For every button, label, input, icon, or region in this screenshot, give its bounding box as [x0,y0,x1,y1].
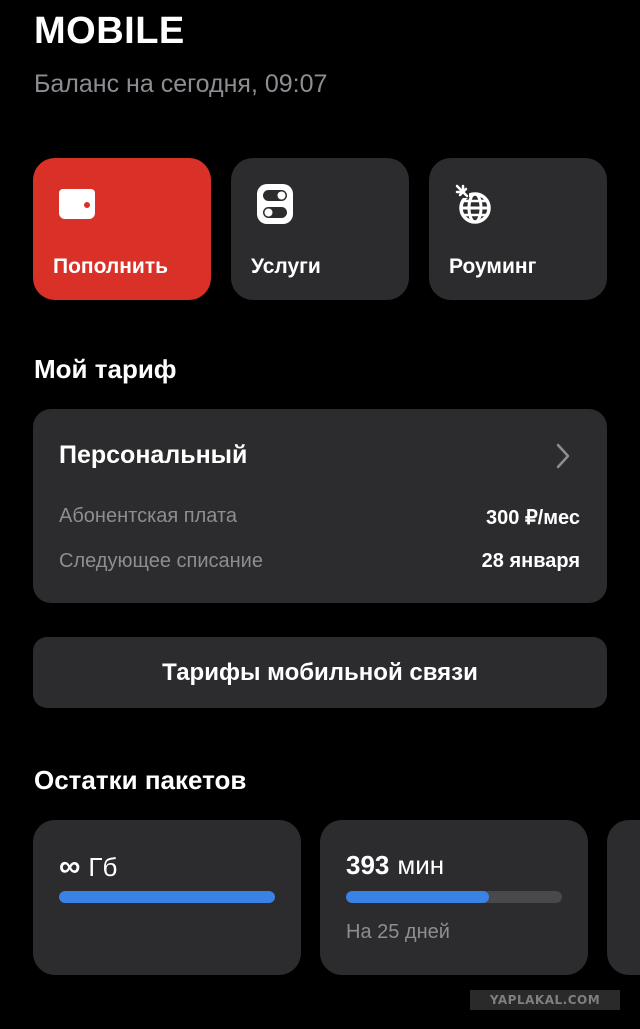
tariff-name: Персональный [59,441,248,469]
page-title: MOBILE [34,10,185,52]
balance-subtitle: Баланс на сегодня, 09:07 [34,70,328,98]
package-value: ∞ Гб [59,850,117,884]
chevron-right-icon [556,443,570,469]
services-label: Услуги [251,255,321,278]
package-unit: мин [397,850,445,880]
package-note: На 25 дней [346,921,450,943]
roaming-button[interactable]: Роуминг [429,158,607,300]
package-amount: 393 [346,850,390,880]
package-card-data[interactable]: ∞ Гб [33,820,301,975]
package-progress-bar [346,891,562,903]
top-up-button[interactable]: Пополнить [33,158,211,300]
subscription-fee-label: Абонентская плата [59,505,238,527]
package-card-minutes[interactable]: 393 мин На 25 дней [320,820,588,975]
watermark: YAPLAKAL.COM [470,990,620,1010]
next-charge-value: 28 января [481,550,580,572]
roaming-label: Роуминг [449,255,537,278]
next-charge-label: Следующее списание [59,550,263,572]
package-progress-bar [59,891,275,903]
package-progress-fill [346,891,489,903]
tariff-card[interactable]: Персональный Абонентская плата 300 ₽/мес… [33,409,607,603]
my-tariff-heading: Мой тариф [34,354,177,384]
package-progress-fill [59,891,275,903]
services-button[interactable]: Услуги [231,158,409,300]
wallet-icon [59,189,95,219]
package-card-partial[interactable] [607,820,640,975]
globe-plane-icon [455,184,491,224]
subscription-fee-value: 300 ₽/мес [486,507,580,529]
package-unit: Гб [88,851,118,882]
mobile-tariffs-button[interactable]: Тарифы мобильной связи [33,637,607,708]
package-value: 393 мин [346,850,444,881]
packages-heading: Остатки пакетов [34,765,247,795]
toggles-icon [257,184,293,224]
infinity-symbol: ∞ [59,850,81,883]
top-up-label: Пополнить [53,255,169,278]
